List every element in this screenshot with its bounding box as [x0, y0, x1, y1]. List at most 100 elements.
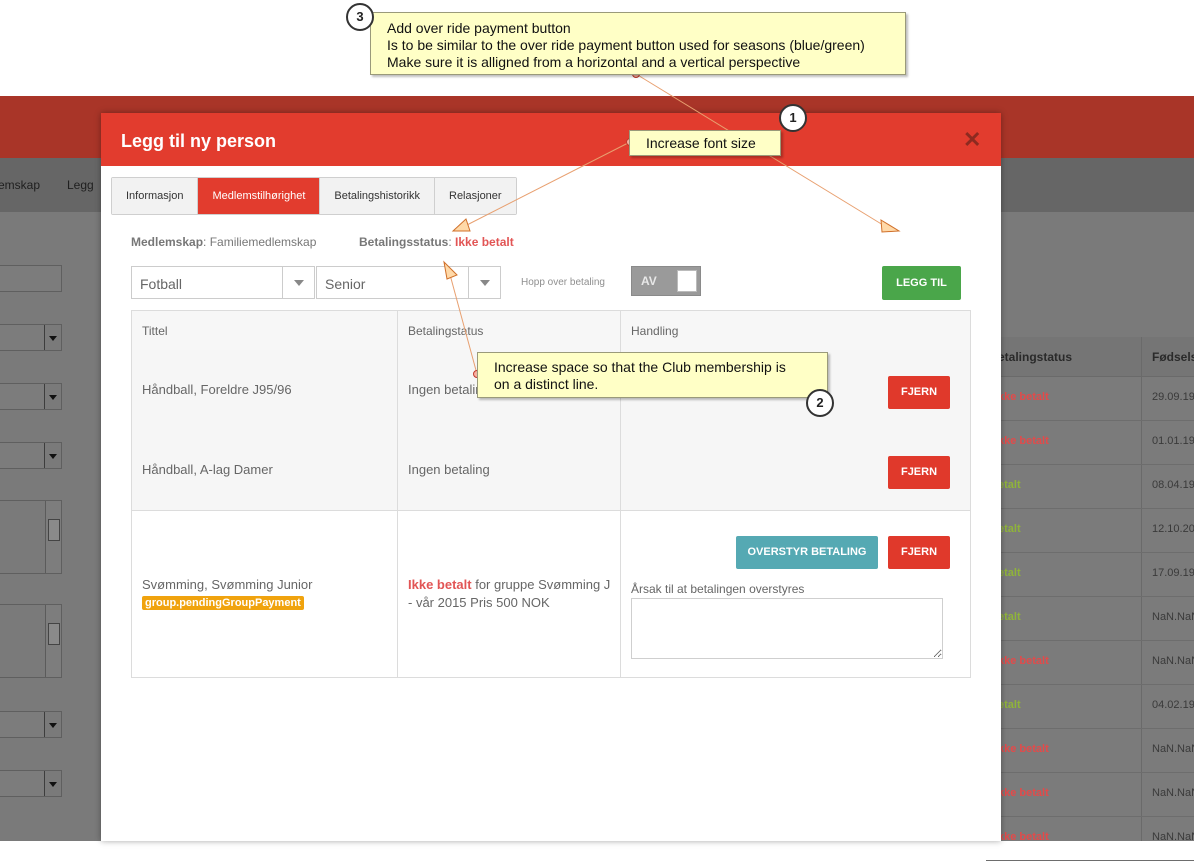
row-status-unpaid: Ikke betalt	[408, 577, 472, 592]
bg-row-date: NaN.NaN	[1152, 611, 1194, 623]
remove-button[interactable]: FJERN	[888, 456, 950, 489]
row-status-detail: for gruppe Svømming J	[471, 577, 611, 592]
table-header: Tittel Betalingstatus Handling	[132, 311, 970, 351]
bg-textarea[interactable]	[0, 604, 62, 678]
bg-table-row: etalt 08.04.19	[986, 464, 1194, 509]
bg-table-row: kke betalt NaN.NaN	[986, 816, 1194, 861]
chevron-down-icon[interactable]	[282, 267, 314, 298]
tab-relasjoner[interactable]: Relasjoner	[435, 178, 516, 214]
chevron-down-icon	[44, 443, 61, 468]
chevron-down-icon	[44, 384, 61, 409]
bg-select[interactable]	[0, 770, 62, 797]
payment-status-info: Betalingsstatus: Ikke betalt	[359, 235, 514, 249]
toggle-label: AV	[641, 274, 657, 288]
callout-3-number: 3	[346, 3, 374, 31]
bg-row-status: etalt	[998, 699, 1021, 711]
chevron-down-icon	[44, 771, 61, 796]
bg-table-header: etalingstatus Fødsels	[986, 337, 1194, 377]
payment-status-label: Betalingsstatus	[359, 235, 449, 249]
bg-select[interactable]	[0, 711, 62, 738]
bg-table-row: kke betalt NaN.NaN	[986, 728, 1194, 773]
skip-payment-label: Hopp over betaling	[521, 277, 605, 288]
skip-payment-toggle[interactable]: AV	[631, 266, 701, 296]
override-reason-input[interactable]	[631, 598, 943, 659]
bg-header-status: etalingstatus	[998, 350, 1073, 364]
modal-tabs: Informasjon Medlemstilhørighet Betalings…	[111, 177, 517, 215]
remove-button[interactable]: FJERN	[888, 536, 950, 569]
scrollbar[interactable]	[45, 501, 61, 573]
bg-row-date: 12.10.20	[1152, 523, 1194, 535]
add-person-modal: Legg til ny person ✕ Informasjon Medlems…	[101, 113, 1001, 841]
modal-header: Legg til ny person ✕	[101, 113, 1001, 166]
row-status: Ingen betaling	[408, 462, 490, 477]
bg-row-date: NaN.NaN	[1152, 743, 1194, 755]
row-title: Håndball, Foreldre J95/96	[142, 382, 292, 397]
callout-1: Increase font size	[629, 130, 781, 156]
callout-2-number: 2	[806, 389, 834, 417]
membership-value: : Familiemedlemskap	[203, 235, 317, 249]
chevron-down-icon	[44, 325, 61, 350]
callout-2-line2: on a distinct line.	[494, 376, 599, 392]
table-row: Svømming, Svømming Junior group.pendingG…	[132, 510, 970, 677]
level-select[interactable]: Senior	[316, 266, 501, 299]
row-title: Svømming, Svømming Junior	[142, 577, 313, 592]
bg-row-date: 29.09.19	[1152, 391, 1194, 403]
bg-table-row: kke betalt NaN.NaN	[986, 772, 1194, 817]
bg-row-status: kke betalt	[998, 831, 1049, 843]
bg-select[interactable]	[0, 383, 62, 410]
scrollbar[interactable]	[45, 605, 61, 677]
header-action: Handling	[631, 324, 679, 338]
header-status: Betalingstatus	[408, 324, 484, 338]
bg-table-row: kke betalt NaN.NaN	[986, 640, 1194, 685]
row-status-price: - vår 2015 Pris 500 NOK	[408, 595, 550, 610]
bg-header-birth: Fødsels	[1152, 350, 1194, 364]
override-reason-label: Årsak til at betalingen overstyres	[631, 582, 805, 596]
table-row: Håndball, A-lag Damer Ingen betaling FJE…	[132, 430, 970, 511]
remove-button[interactable]: FJERN	[888, 376, 950, 409]
modal-title: Legg til ny person	[121, 131, 277, 151]
callout-1-number: 1	[779, 104, 807, 132]
bg-textarea[interactable]	[0, 500, 62, 574]
chevron-down-icon[interactable]	[468, 267, 500, 298]
callout-3-line1: Add over ride payment button	[387, 20, 571, 36]
bg-table-row: etalt 12.10.20	[986, 508, 1194, 553]
chevron-down-icon	[44, 712, 61, 737]
bg-row-status: etalt	[998, 523, 1021, 535]
bg-select[interactable]	[0, 442, 62, 469]
tab-informasjon[interactable]: Informasjon	[112, 178, 199, 214]
bg-select[interactable]	[0, 324, 62, 351]
callout-1-text: Increase font size	[646, 135, 756, 151]
bg-row-date: NaN.NaN	[1152, 831, 1194, 843]
bg-row-status: kke betalt	[998, 743, 1049, 755]
bg-row-date: 04.02.19	[1152, 699, 1194, 711]
callout-2-line1: Increase space so that the Club membersh…	[494, 359, 786, 375]
bg-row-date: 08.04.19	[1152, 479, 1194, 491]
callout-3-line3: Make sure it is alligned from a horizont…	[387, 54, 801, 70]
bg-row-date: NaN.NaN	[1152, 655, 1194, 667]
payment-status-value: Ikke betalt	[455, 235, 514, 249]
override-payment-button[interactable]: OVERSTYR BETALING	[736, 536, 878, 569]
toggle-knob[interactable]	[677, 270, 697, 292]
row-title: Håndball, A-lag Damer	[142, 462, 273, 477]
pending-payment-badge: group.pendingGroupPayment	[142, 596, 304, 610]
bg-table-row: etalt 17.09.19	[986, 552, 1194, 597]
tab-medlemstilhorighet[interactable]: Medlemstilhørighet	[198, 178, 321, 214]
tab-betalingshistorikk[interactable]: Betalingshistorikk	[320, 178, 435, 214]
sport-select[interactable]: Fotball	[131, 266, 315, 299]
bg-row-date: 17.09.19	[1152, 567, 1194, 579]
sport-select-value: Fotball	[140, 276, 183, 292]
app-tab-membership[interactable]: emskap	[0, 178, 40, 192]
bg-text-field[interactable]	[0, 265, 62, 292]
close-icon[interactable]: ✕	[963, 127, 981, 153]
bg-row-date: NaN.NaN	[1152, 787, 1194, 799]
bg-members-table: etalingstatus Fødsels kke betalt 29.09.19…	[985, 337, 1194, 861]
row-status: Ikke betalt for gruppe Svømming J - vår …	[408, 576, 610, 612]
membership-info: Medlemskap: Familiemedlemskap	[131, 235, 316, 249]
callout-3: Add over ride payment button Is to be si…	[370, 12, 906, 75]
bg-row-status: etalt	[998, 479, 1021, 491]
add-button[interactable]: LEGG TIL	[882, 266, 961, 300]
bg-table-row: etalt 04.02.19	[986, 684, 1194, 729]
bg-row-status: kke betalt	[998, 391, 1049, 403]
bg-row-status: kke betalt	[998, 787, 1049, 799]
app-tab-add[interactable]: Legg	[67, 178, 94, 192]
